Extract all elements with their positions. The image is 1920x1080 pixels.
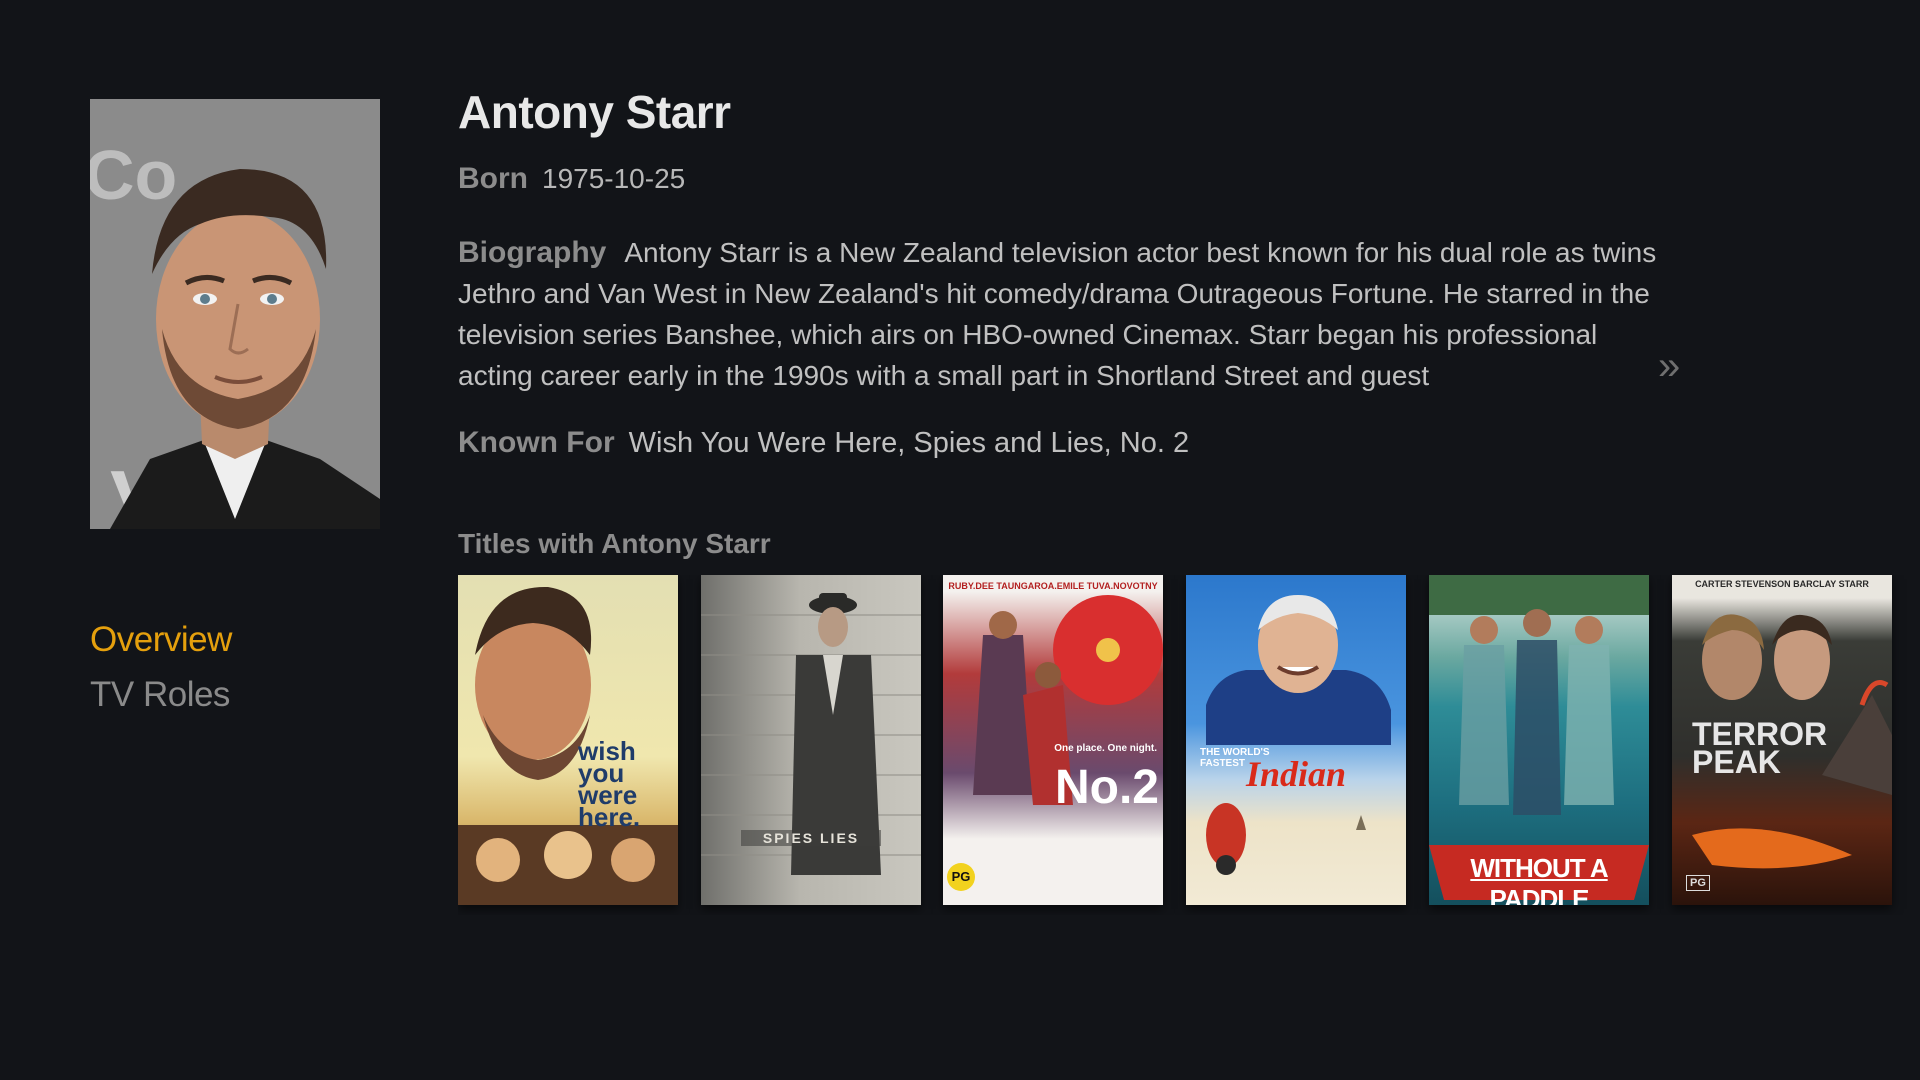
svg-text:Co: Co [90, 136, 177, 214]
title-poster-worlds-fastest-indian[interactable]: THE WORLD'S FASTEST Indian [1186, 575, 1406, 905]
nav-item-overview[interactable]: Overview [90, 612, 232, 667]
expand-biography-icon[interactable]: » [1658, 346, 1680, 386]
title-poster-without-a-paddle[interactable]: WITHOUT A PADDLE [1429, 575, 1649, 905]
known-for-value: Wish You Were Here, Spies and Lies, No. … [628, 427, 1190, 459]
poster-3-tagline: One place. One night. [1054, 743, 1157, 754]
poster-6-rating-badge: PG [1686, 875, 1710, 891]
poster-2-title: SPIES LIES [741, 830, 881, 846]
actor-detail-page: Co y Overview TV Roles Antony Starr Born… [0, 0, 1920, 1080]
actor-photo: Co y [90, 99, 380, 529]
title-poster-no-2[interactable]: RUBY.DEE TAUNGAROA.EMILE TUVA.NOVOTNY On… [943, 575, 1163, 905]
poster-6-title: TERROR PEAK [1692, 716, 1828, 780]
known-for-label: Known For [458, 426, 615, 459]
poster-3-artwork [973, 595, 1163, 805]
poster-5-title: WITHOUT A PADDLE [1470, 853, 1608, 905]
poster-3-top-names: RUBY.DEE TAUNGAROA.EMILE TUVA.NOVOTNY [948, 581, 1158, 591]
nav-item-tv-roles[interactable]: TV Roles [90, 667, 232, 722]
title-poster-terror-peak[interactable]: CARTER STEVENSON BARCLAY STARR TERROR PE… [1672, 575, 1892, 905]
known-for-row: Known For Wish You Were Here, Spies and L… [458, 426, 1189, 460]
born-row: Born 1975-10-25 [458, 162, 685, 196]
poster-6-top-names: CARTER STEVENSON BARCLAY STARR [1695, 579, 1869, 589]
titles-heading: Titles with Antony Starr [458, 528, 771, 559]
poster-3-rating-badge: PG [947, 863, 975, 891]
poster-2-artwork [701, 593, 921, 875]
poster-1-title: wish you were here. [578, 736, 641, 832]
title-poster-spies-and-lies[interactable]: SPIES LIES [701, 575, 921, 905]
poster-4-title: Indian [1246, 754, 1347, 794]
born-value: 1975-10-25 [542, 163, 686, 194]
side-nav: Overview TV Roles [90, 612, 232, 722]
titles-row: wish you were here. SPIES LIES RUBY.DEE … [458, 575, 1920, 915]
biography-text: Antony Starr is a New Zealand television… [458, 237, 1657, 391]
poster-4-artwork [1206, 595, 1391, 875]
actor-name: Antony Starr [458, 86, 731, 138]
biography-label: Biography [458, 236, 607, 269]
born-label: Born [458, 162, 528, 195]
actor-portrait-image: Co y [90, 99, 380, 529]
biography-row: Biography Antony Starr is a New Zealand t… [458, 232, 1658, 396]
actor-details: Antony Starr Born 1975-10-25 Biography Ant… [458, 84, 1698, 459]
title-poster-wish-you-were-here[interactable]: wish you were here. [458, 575, 678, 905]
poster-3-title: No.2 [1054, 761, 1159, 814]
